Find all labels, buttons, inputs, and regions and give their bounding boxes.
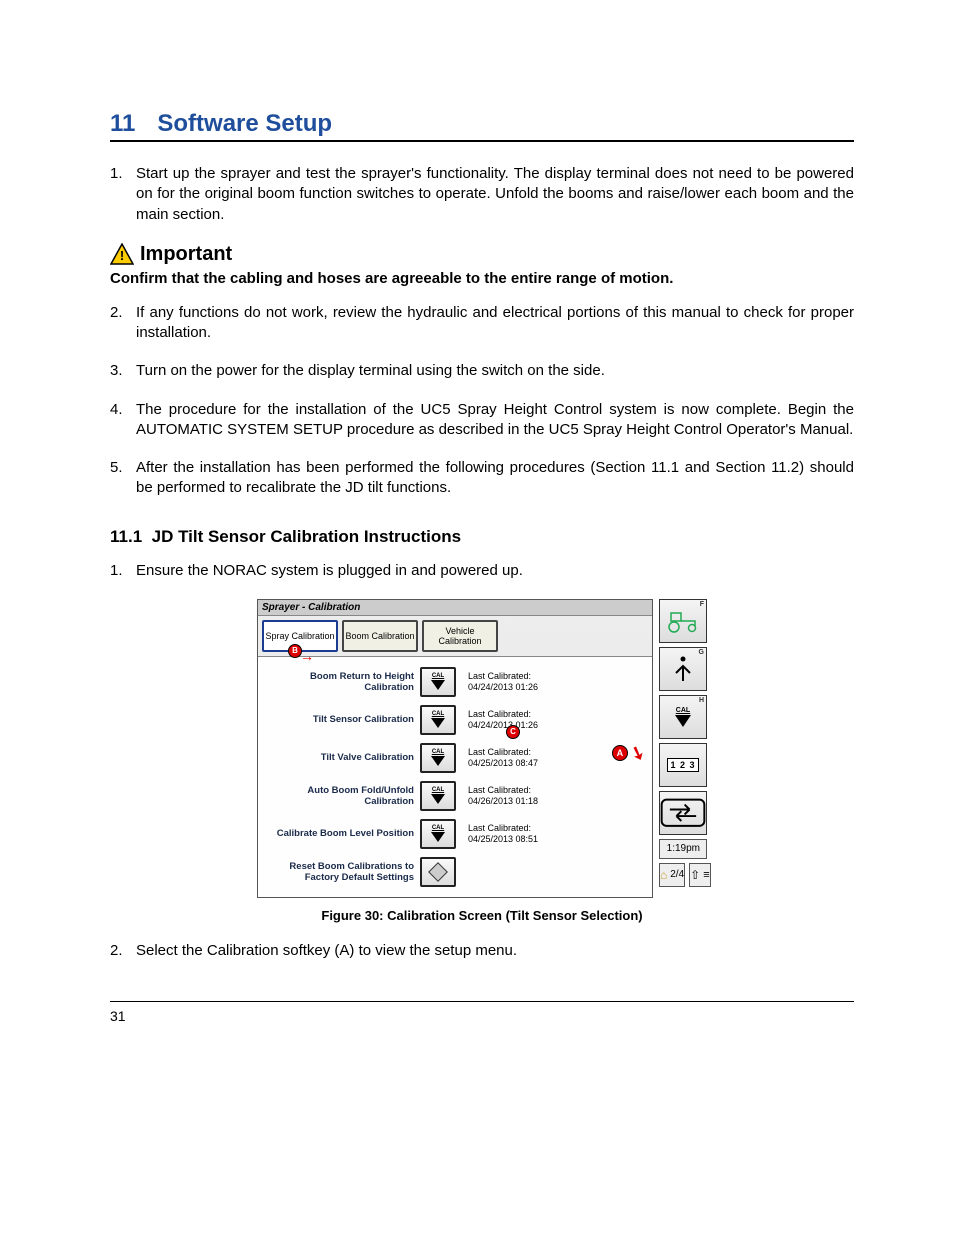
subheading: 11.1 JD Tilt Sensor Calibration Instruct…	[110, 527, 854, 547]
softkey-123[interactable]: 1 2 3	[659, 743, 707, 787]
softkey-f-tractor[interactable]: F	[659, 599, 707, 643]
figure: A ➘ Sprayer - Calibration Spray Calibrat…	[110, 599, 854, 923]
screen-title: Sprayer - Calibration	[258, 600, 652, 616]
pager-home[interactable]: ⌂ 2/4	[659, 863, 685, 887]
list-item: 4.The procedure for the installation of …	[110, 400, 854, 441]
page-footer: 31	[110, 1001, 854, 1024]
cal-row-reset: Reset Boom Calibrations to Factory Defau…	[264, 853, 646, 891]
important-label: Important	[140, 243, 232, 266]
softkey-column: F G	[659, 599, 707, 898]
cal-button[interactable]: CAL	[420, 781, 456, 811]
up-arrow-icon	[672, 655, 694, 683]
list-item: 1.Ensure the NORAC system is plugged in …	[110, 561, 854, 581]
numbers-icon: 1 2 3	[667, 758, 698, 772]
swap-icon	[660, 798, 706, 828]
cal-button[interactable]: CAL	[420, 667, 456, 697]
triangle-down-icon	[431, 680, 445, 690]
calibration-list: Boom Return to Height Calibration CAL La…	[258, 656, 652, 897]
pager: ⌂ 2/4 ⇧ ≡	[659, 863, 707, 887]
svg-text:!: !	[120, 248, 124, 263]
marker-c: C	[506, 725, 520, 739]
tab-spray-calibration[interactable]: Spray Calibration B →	[262, 620, 338, 652]
tab-boom-calibration[interactable]: Boom Calibration	[342, 620, 418, 652]
triangle-down-icon	[431, 756, 445, 766]
ordered-list-2a: 1.Ensure the NORAC system is plugged in …	[110, 561, 854, 581]
ordered-list-1: 1.Start up the sprayer and test the spra…	[110, 164, 854, 225]
cal-row-boom-level: Calibrate Boom Level Position CAL Last C…	[264, 815, 646, 853]
cal-button[interactable]: CAL	[420, 705, 456, 735]
page-number: 31	[110, 1008, 126, 1024]
figure-caption: Figure 30: Calibration Screen (Tilt Sens…	[321, 908, 642, 923]
chapter-title: Software Setup	[157, 110, 332, 137]
tractor-icon	[665, 609, 701, 633]
ordered-list-1b: 2.If any functions do not work, review t…	[110, 303, 854, 499]
list-item: 2.Select the Calibration softkey (A) to …	[110, 941, 854, 961]
cal-row-tilt-valve: Tilt Valve Calibration CAL Last Calibrat…	[264, 739, 646, 777]
tab-vehicle-calibration[interactable]: Vehicle Calibration	[422, 620, 498, 652]
softkey-g-up[interactable]: G	[659, 647, 707, 691]
cal-row-boom-return: Boom Return to Height Calibration CAL La…	[264, 663, 646, 701]
chapter-number: 11	[110, 110, 135, 137]
arrow-icon: ➘	[627, 741, 648, 766]
tabs: Spray Calibration B → Boom Calibration V…	[258, 616, 652, 656]
screen-main: Sprayer - Calibration Spray Calibration …	[257, 599, 653, 898]
important-callout: ! Important Confirm that the cabling and…	[110, 243, 854, 287]
triangle-down-icon	[675, 715, 691, 727]
triangle-down-icon	[431, 718, 445, 728]
triangle-down-icon	[431, 832, 445, 842]
list-item: 1.Start up the sprayer and test the spra…	[110, 164, 854, 225]
arrow-icon: →	[300, 648, 314, 664]
list-item: 5.After the installation has been perfor…	[110, 458, 854, 499]
ordered-list-2b: 2.Select the Calibration softkey (A) to …	[110, 941, 854, 961]
marker-a: A ➘	[612, 743, 645, 764]
softkey-swap[interactable]	[659, 791, 707, 835]
home-icon: ⌂	[660, 868, 667, 882]
cal-row-auto-fold: Auto Boom Fold/Unfold Calibration CAL La…	[264, 777, 646, 815]
cal-button[interactable]: CAL	[420, 819, 456, 849]
softkey-h-cal[interactable]: H CAL	[659, 695, 707, 739]
list-icon: ≡	[703, 869, 709, 881]
cal-button[interactable]: CAL	[420, 743, 456, 773]
time-display: 1:19pm	[659, 839, 707, 859]
diamond-arrow-icon	[428, 862, 448, 882]
warning-icon: !	[110, 243, 134, 265]
sub-title: JD Tilt Sensor Calibration Instructions	[152, 527, 462, 546]
important-text: Confirm that the cabling and hoses are a…	[110, 270, 854, 287]
cal-row-tilt-sensor: Tilt Sensor Calibration CAL Last Calibra…	[264, 701, 646, 739]
up-arrow-icon: ⇧	[690, 868, 700, 882]
pager-up[interactable]: ⇧ ≡	[689, 863, 710, 887]
list-item: 3.Turn on the power for the display term…	[110, 361, 854, 381]
list-item: 2.If any functions do not work, review t…	[110, 303, 854, 344]
sub-number: 11.1	[110, 527, 142, 546]
chapter-heading: 11 Software Setup	[110, 110, 854, 142]
reset-button[interactable]	[420, 857, 456, 887]
triangle-down-icon	[431, 794, 445, 804]
